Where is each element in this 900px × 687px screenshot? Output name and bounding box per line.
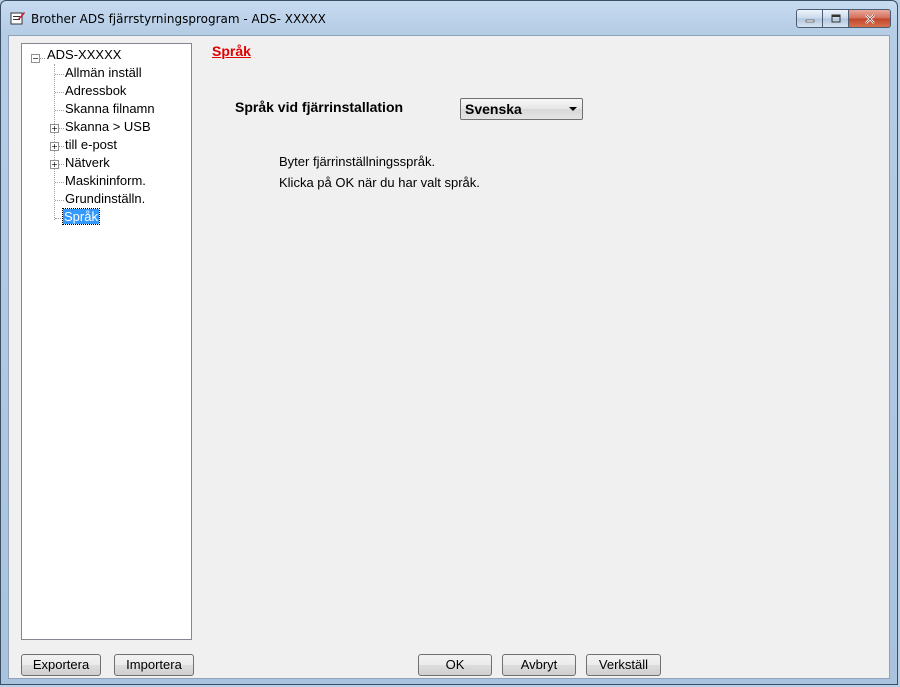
apply-button[interactable]: Verkställ [586, 654, 661, 676]
app-window: Brother ADS fjärrstyrningsprogram - ADS-… [0, 0, 898, 685]
tree-item-allman-install[interactable]: Allmän inställ [64, 64, 143, 82]
expand-natverk-icon[interactable]: + [50, 160, 59, 169]
tree-connector [55, 92, 64, 93]
cancel-button[interactable]: Avbryt [502, 654, 576, 676]
info-line-2: Klicka på OK när du har valt språk. [279, 175, 480, 190]
tree-item-skanna-usb[interactable]: Skanna > USB [64, 118, 152, 136]
close-icon [864, 13, 875, 24]
export-button[interactable]: Exportera [21, 654, 101, 676]
import-button[interactable]: Importera [114, 654, 194, 676]
tree-item-till-epost[interactable]: till e-post [64, 136, 118, 154]
minimize-button[interactable] [796, 9, 823, 28]
tree-item-adressbok[interactable]: Adressbok [64, 82, 127, 100]
language-select[interactable]: Svenska [460, 98, 583, 120]
section-title: Språk [212, 43, 251, 59]
minimize-icon [805, 19, 814, 22]
client-area: − ADS-XXXXX Allmän inställ Adressbok Ska… [8, 35, 890, 679]
tree-connector [55, 218, 63, 219]
tree-item-grundinstalln[interactable]: Grundinställn. [64, 190, 146, 208]
brother-app-icon[interactable] [10, 10, 26, 26]
close-button[interactable] [849, 9, 891, 28]
settings-tree[interactable]: − ADS-XXXXX Allmän inställ Adressbok Ska… [21, 43, 192, 640]
title-bar[interactable]: Brother ADS fjärrstyrningsprogram - ADS-… [1, 1, 897, 36]
tree-item-skanna-filnamn[interactable]: Skanna filnamn [64, 100, 156, 118]
maximize-icon [831, 14, 840, 23]
tree-item-sprak[interactable]: Språk [62, 208, 100, 226]
tree-item-natverk[interactable]: Nätverk [64, 154, 111, 172]
tree-item-maskininform[interactable]: Maskininform. [64, 172, 147, 190]
language-select-value: Svenska [465, 101, 522, 117]
expand-skanna-usb-icon[interactable]: + [50, 124, 59, 133]
info-line-1: Byter fjärrinställningsspråk. [279, 154, 436, 169]
tree-root-item[interactable]: ADS-XXXXX [46, 46, 122, 64]
language-label: Språk vid fjärrinstallation [235, 99, 404, 115]
expand-epost-icon[interactable]: + [50, 142, 59, 151]
tree-connector [55, 110, 64, 111]
tree-connector [55, 200, 64, 201]
tree-connector [39, 58, 45, 59]
maximize-button[interactable] [823, 9, 849, 28]
ok-button[interactable]: OK [418, 654, 492, 676]
chevron-down-icon [569, 107, 577, 111]
caption-buttons [796, 9, 891, 28]
tree-connector [55, 182, 64, 183]
tree-connector [55, 74, 64, 75]
window-title: Brother ADS fjärrstyrningsprogram - ADS-… [31, 12, 326, 26]
